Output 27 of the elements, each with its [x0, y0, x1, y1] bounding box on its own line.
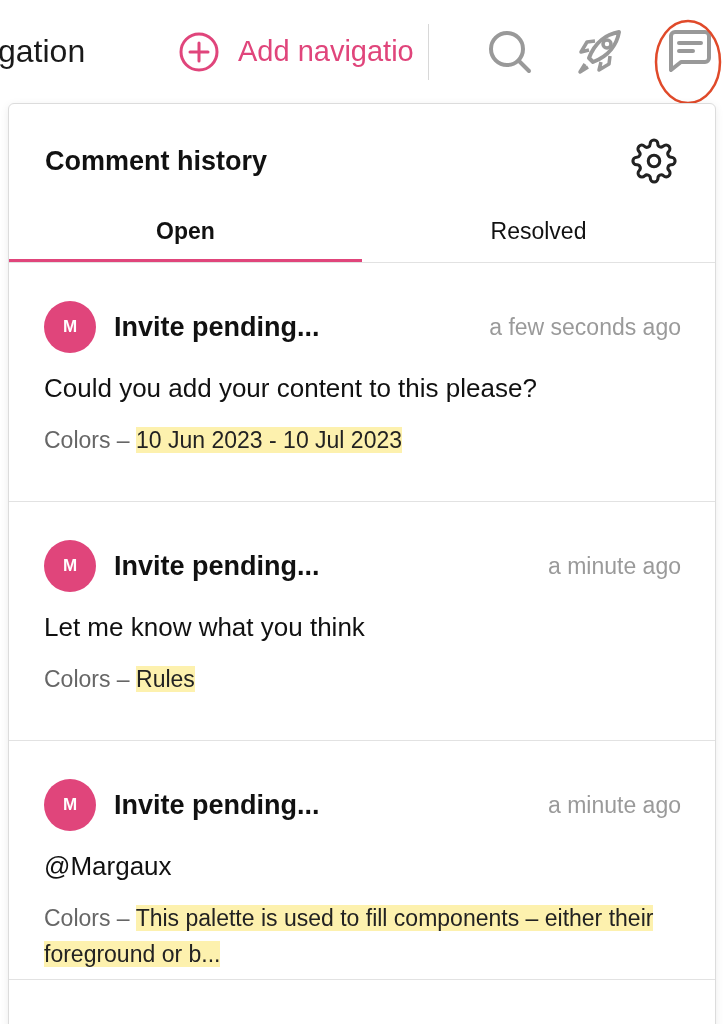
tab[interactable]: Resolved	[362, 204, 715, 262]
plus-circle-icon	[178, 30, 220, 73]
comment-author: Invite pending...	[114, 550, 321, 582]
panel-title: Comment history	[45, 145, 268, 177]
comment-body: Let me know what you think	[44, 612, 366, 643]
comment-author: Invite pending...	[114, 789, 321, 821]
add-navigation-link[interactable]: Add navigatio	[178, 23, 429, 80]
comment-body: Could you add your content to this please?	[44, 373, 538, 404]
rocket-icon[interactable]	[575, 27, 623, 76]
avatar: M	[44, 301, 96, 353]
comment-context: Colors – Rules	[44, 665, 196, 694]
comment-card[interactable]: M Invite pending... a minute ago Let me know what you think Colors – Rules	[9, 502, 715, 741]
comment-card[interactable]: M Invite pending... a minute ago @Margaux Colors – This palette is used to fill components – either their foreground or b...	[9, 741, 715, 980]
comment-time: a minute ago	[548, 791, 681, 819]
comment-time: a minute ago	[548, 552, 681, 580]
settings-icon[interactable]	[631, 138, 677, 184]
tab[interactable]: Open	[9, 204, 362, 262]
search-icon[interactable]	[487, 28, 533, 75]
avatar: M	[44, 779, 96, 831]
comment-context: Colors – This palette is used to fill components – either their foreground or b...	[44, 904, 655, 969]
comment-context: Colors – 10 Jun 2023 - 10 Jul 2023	[44, 426, 404, 455]
comment-body: @Margaux	[44, 851, 173, 882]
avatar: M	[44, 540, 96, 592]
comment-card[interactable]: M Invite pending... a few seconds ago Could you add your content to this please? Colors – 10 Jun 2023 - 10 Jul 2023	[9, 263, 715, 502]
page-title: gation	[0, 33, 87, 70]
comment-author: Invite pending...	[114, 311, 321, 343]
comment-time: a few seconds ago	[489, 313, 681, 341]
